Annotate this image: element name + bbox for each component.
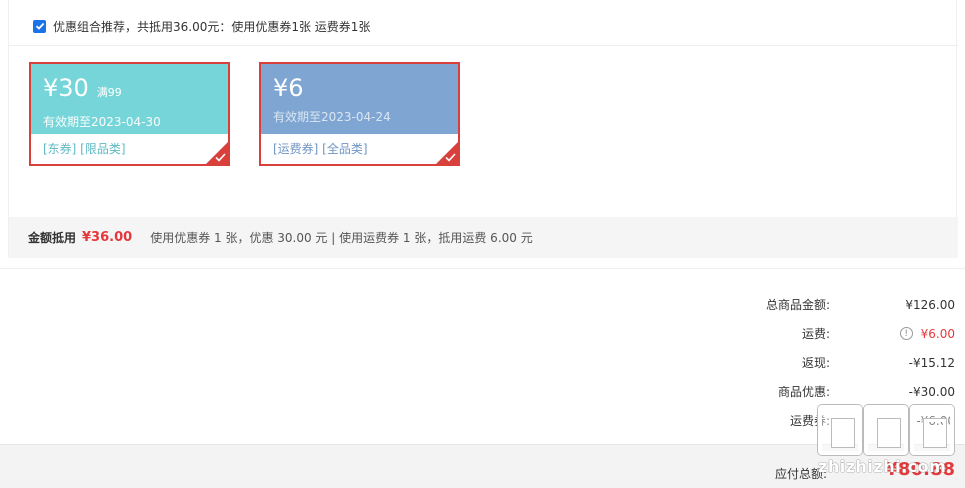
section-divider [0, 268, 965, 269]
payable-label: 应付总额: [774, 467, 827, 481]
divider [9, 45, 958, 46]
total-value: -¥30.00 [908, 384, 955, 399]
payable-bar: 应付总额: ¥80.88 [0, 444, 965, 488]
summary-label: 金额抵用 [28, 231, 77, 245]
coupon-card-header: ¥6 有效期至2023-04-24 [261, 64, 458, 134]
order-totals: 总商品金额: ¥126.00 运费: ! ¥6.00 返现: -¥15.12 商… [655, 290, 955, 435]
total-value: -¥6.00 [916, 413, 955, 428]
coupon-condition: 满99 [96, 86, 122, 99]
total-row-freight-coupon: 运费券: -¥6.00 [655, 406, 955, 435]
coupon-panel: 优惠组合推荐，共抵用36.00元：使用优惠券1张 运费券1张 ¥30 满99 有… [8, 0, 958, 258]
total-row-discount: 商品优惠: -¥30.00 [655, 377, 955, 406]
coupon-card-jd[interactable]: ¥30 满99 有效期至2023-04-30 [东券] [限品类] [29, 62, 230, 166]
total-label: 返现: [801, 356, 830, 370]
total-row-freight: 运费: ! ¥6.00 [655, 319, 955, 348]
total-row-goods: 总商品金额: ¥126.00 [655, 290, 955, 319]
total-value: ¥126.00 [905, 297, 955, 312]
coupon-amount: ¥6 [273, 74, 304, 102]
summary-detail: 使用优惠券 1 张，优惠 30.00 元 | 使用运费券 1 张，抵用运费 6.… [150, 231, 533, 245]
summary-amount: ¥36.00 [82, 230, 133, 245]
coupon-tags: [运费券] [全品类] [273, 142, 368, 156]
total-label: 运费券: [789, 414, 830, 428]
coupon-card-header: ¥30 满99 有效期至2023-04-30 [31, 64, 228, 134]
total-value-wrap: ! ¥6.00 [830, 327, 955, 341]
combo-recommend-row[interactable]: 优惠组合推荐，共抵用36.00元：使用优惠券1张 运费券1张 [33, 14, 370, 38]
check-icon [35, 22, 44, 30]
coupon-tags: [东券] [限品类] [43, 142, 126, 156]
total-value: ¥6.00 [920, 326, 955, 341]
coupon-summary-bar: 金额抵用 ¥36.00 使用优惠券 1 张，优惠 30.00 元 | 使用运费券… [9, 217, 958, 258]
total-label: 运费: [801, 327, 830, 341]
total-label: 总商品金额: [765, 298, 830, 312]
check-icon [215, 153, 226, 162]
combo-checkbox[interactable] [33, 19, 46, 33]
coupon-card-freight[interactable]: ¥6 有效期至2023-04-24 [运费券] [全品类] [259, 62, 460, 166]
check-icon [445, 153, 456, 162]
combo-text: 优惠组合推荐，共抵用36.00元：使用优惠券1张 运费券1张 [53, 19, 371, 34]
info-icon[interactable]: ! [899, 327, 913, 340]
coupon-valid-date: 有效期至2023-04-24 [273, 110, 391, 124]
total-row-cashback: 返现: -¥15.12 [655, 348, 955, 377]
payable-value: ¥80.88 [885, 459, 955, 480]
total-value: -¥15.12 [908, 355, 955, 370]
total-label: 商品优惠: [777, 385, 830, 399]
order-checkout-page: 优惠组合推荐，共抵用36.00元：使用优惠券1张 运费券1张 ¥30 满99 有… [0, 0, 965, 488]
coupon-amount: ¥30 [43, 74, 89, 102]
coupon-valid-date: 有效期至2023-04-30 [43, 115, 161, 129]
